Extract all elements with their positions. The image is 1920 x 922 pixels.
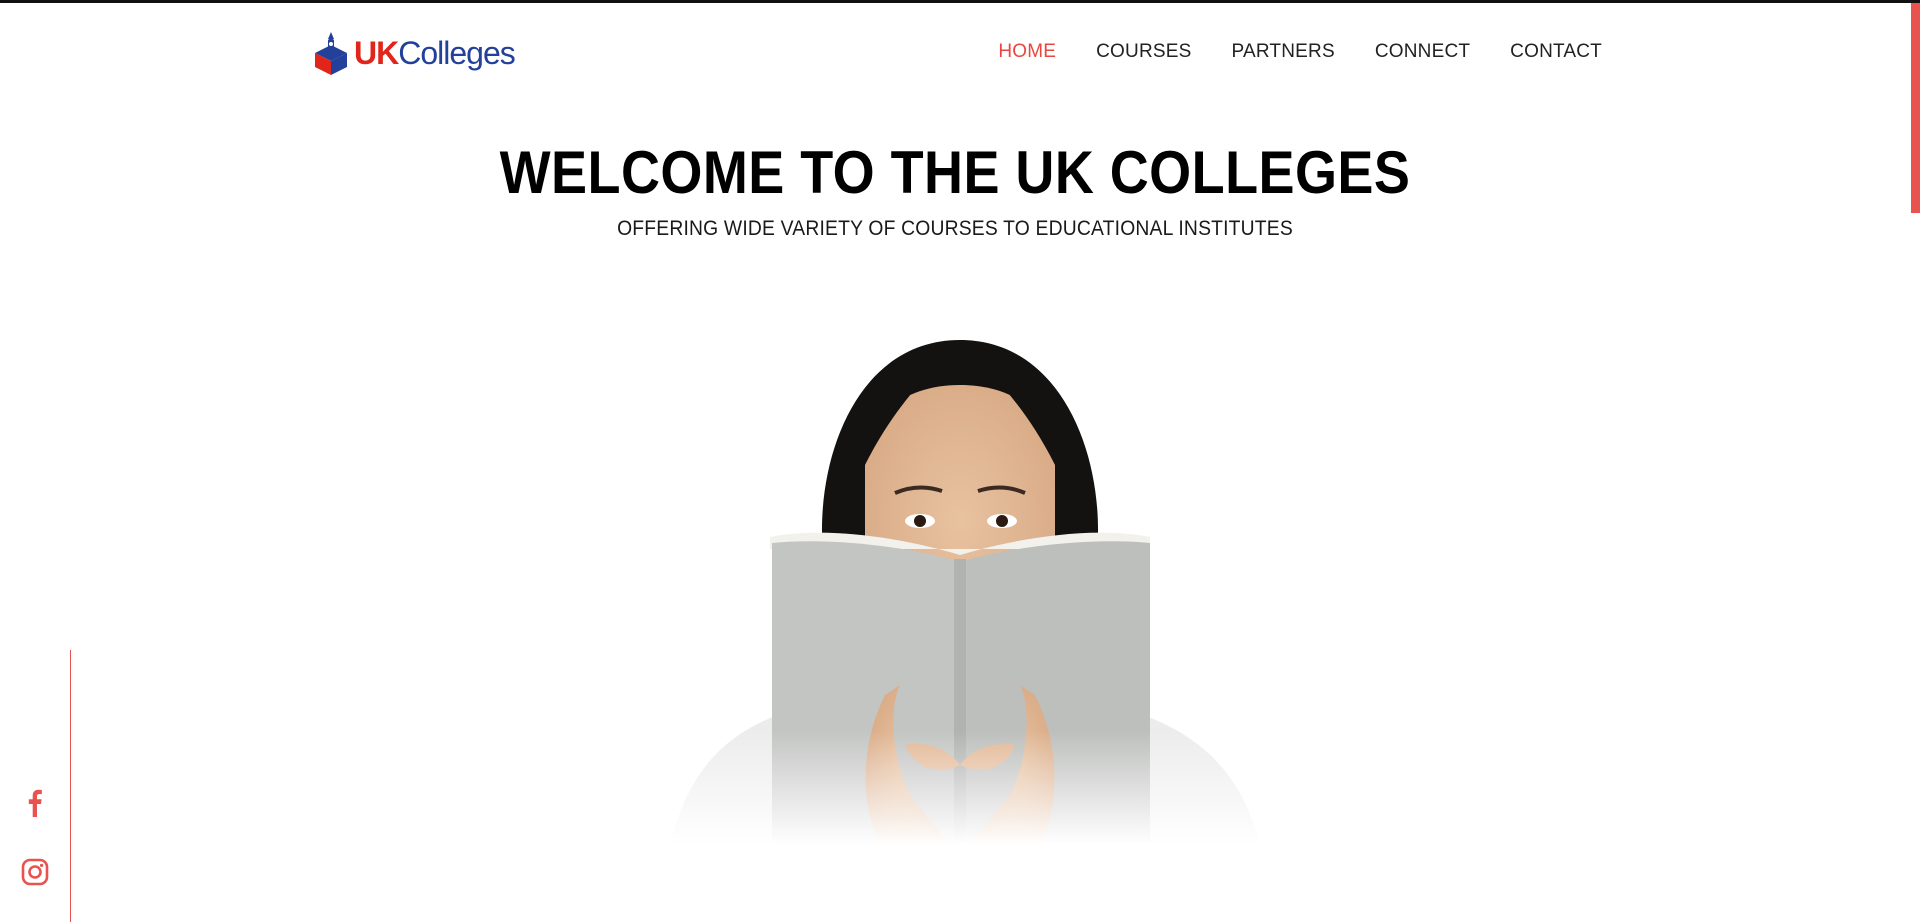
social-rail-divider [70,650,71,922]
college-logo-icon [315,32,347,75]
site-header: UKColleges HOME COURSES PARTNERS CONNECT… [0,0,1920,100]
logo-colleges-text: Colleges [398,35,516,71]
nav-connect[interactable]: CONNECT [1375,41,1470,63]
site-logo[interactable]: UKColleges [313,30,516,76]
nav-contact[interactable]: CONTACT [1510,41,1602,63]
facebook-icon[interactable] [20,787,50,817]
hero-image [650,325,1270,845]
instagram-icon[interactable] [20,857,50,887]
nav-home[interactable]: HOME [998,41,1056,63]
hero-subtitle: OFFERING WIDE VARIETY OF COURSES TO EDUC… [617,217,1293,240]
logo-uk-text: UK [354,35,399,71]
main-navigation: HOME COURSES PARTNERS CONNECT CONTACT [998,41,1602,63]
hero-title: WELCOME TO THE UK COLLEGES [499,139,1411,206]
nav-partners[interactable]: PARTNERS [1232,41,1335,63]
nav-courses[interactable]: COURSES [1096,41,1191,63]
logo-wordmark: UKColleges [354,35,516,71]
